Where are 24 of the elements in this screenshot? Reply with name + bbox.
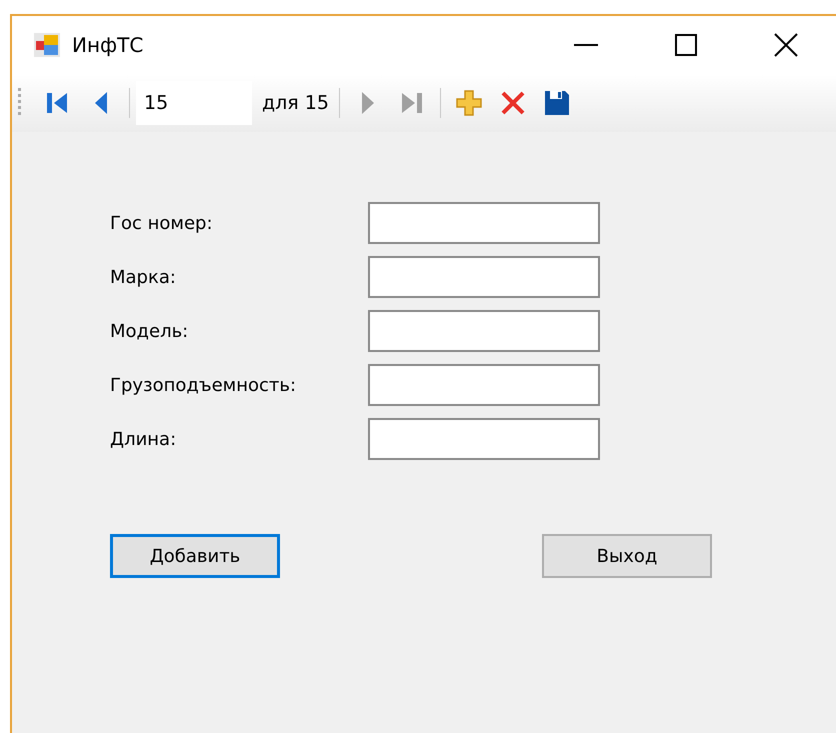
previous-record-icon	[95, 92, 107, 114]
input-field[interactable]	[368, 202, 600, 244]
input-field[interactable]	[368, 256, 600, 298]
next-record-icon	[362, 92, 374, 114]
close-icon	[500, 90, 526, 116]
plus-icon	[456, 90, 482, 116]
field-label: Длина:	[110, 428, 178, 450]
position-field[interactable]: 15	[136, 81, 252, 125]
exit-button[interactable]: Выход	[542, 534, 712, 578]
field-label: Грузоподъемность:	[110, 374, 298, 396]
record-count: для 15	[262, 92, 329, 114]
field-label: Гос номер:	[110, 212, 214, 234]
last-record-icon	[400, 91, 423, 115]
first-record-icon	[46, 91, 68, 115]
close-icon[interactable]	[774, 33, 798, 57]
maximize-icon[interactable]	[675, 34, 697, 56]
app-icon	[34, 33, 60, 57]
add-button[interactable]: Добавить	[110, 534, 280, 578]
input-field[interactable]	[368, 364, 600, 406]
field-label: Модель:	[110, 320, 190, 342]
input-field[interactable]	[368, 418, 600, 460]
window-title: ИнфТС	[72, 33, 144, 57]
input-field[interactable]	[368, 310, 600, 352]
field-label: Марка:	[110, 266, 177, 288]
